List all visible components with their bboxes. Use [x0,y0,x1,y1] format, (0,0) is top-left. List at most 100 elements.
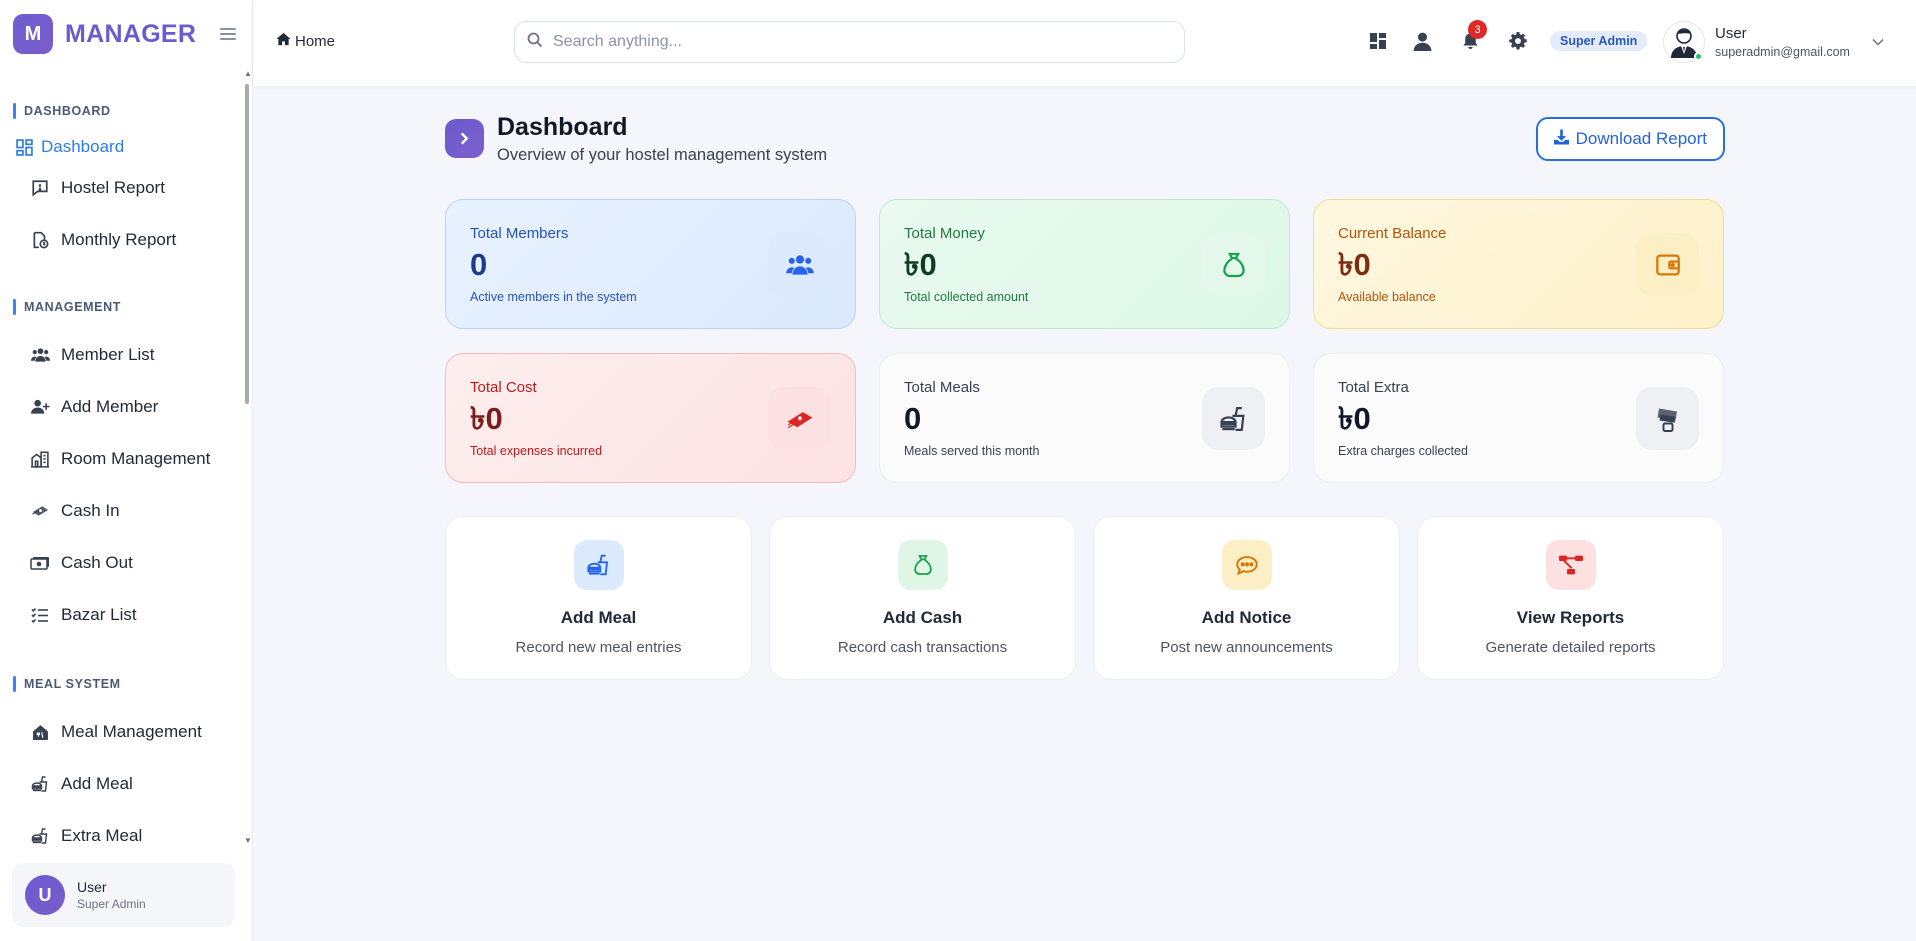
sidebar-item-label: Monthly Report [61,230,177,249]
page-header: Dashboard Overview of your hostel manage… [445,113,1725,173]
notification-count-badge: 3 [1468,20,1487,39]
action-subtitle: Generate detailed reports [1485,639,1656,656]
sidebar-item-label: Cash Out [61,553,133,572]
download-report-button[interactable]: Download Report [1535,117,1725,161]
add-cash-card[interactable]: Add Cash Record cash transactions [769,516,1076,680]
avatar: U [25,875,65,915]
online-status-dot [1694,52,1703,61]
action-title: Add Cash [882,608,963,627]
sidebar-nav: DASHBOARD Dashboard Hostel Report Monthl… [0,70,253,845]
stat-card-current-balance: Current Balance ৳0 Available balance [1313,199,1724,329]
diagram-icon [1545,540,1596,590]
sidebar-item-hostel-report[interactable]: Hostel Report [0,162,253,214]
quick-actions: Add Meal Record new meal entries Add Cas… [445,516,1725,680]
building-icon [30,449,50,469]
list-check-icon [30,605,50,625]
stat-card-total-cost: Total Cost ৳0 Total expenses incurred [445,353,856,483]
sidebar-item-extra-meal[interactable]: Extra Meal [0,810,253,845]
users-icon [768,233,831,296]
home-meal-icon [30,722,50,742]
download-report-label: Download Report [1575,129,1707,148]
breadcrumb-home[interactable]: Home [295,33,335,50]
sidebar-item-label: Cash In [61,501,120,520]
sidebar-item-monthly-report[interactable]: Monthly Report [0,214,253,266]
header-user-email: superadmin@gmail.com [1715,45,1850,59]
sidebar-user-role: Super Admin [77,897,146,911]
action-title: Add Meal [560,608,637,627]
header-user-name: User [1715,25,1747,42]
sidebar: M MANAGER DASHBOARD Dashboard Hostel Rep… [0,0,253,941]
sidebar-item-label: Add Member [61,397,159,416]
action-subtitle: Post new announcements [1160,639,1333,656]
header-icons: 3 [1367,20,1529,52]
scroll-down-icon[interactable]: ▼ [244,837,252,845]
search-input[interactable] [553,33,1133,51]
scroll-up-icon[interactable]: ▲ [244,70,252,78]
action-title: Add Notice [1201,608,1292,627]
sidebar-item-label: Add Meal [61,774,133,793]
breadcrumb[interactable]: Home [276,32,335,50]
sidebar-item-meal-management[interactable]: Meal Management [0,706,253,758]
stat-card-total-meals: Total Meals 0 Meals served this month [879,353,1290,483]
sidebar-item-label: Member List [61,345,155,364]
brand-name[interactable]: MANAGER [65,20,196,49]
calendar-report-icon [30,230,50,250]
stat-card-total-members: Total Members 0 Active members in the sy… [445,199,856,329]
sidebar-item-room-management[interactable]: Room Management [0,433,253,485]
menu-toggle-icon[interactable] [220,28,237,40]
dashboard-grid-icon [14,137,34,157]
money-stack-icon [768,387,831,450]
report-icon [30,178,50,198]
meal-icon [30,774,50,794]
sidebar-item-label: Room Management [61,449,211,468]
apps-grid-icon[interactable] [1367,30,1389,52]
section-management: MANAGEMENT [0,298,253,316]
page-title: Dashboard [497,113,628,141]
brand-logo[interactable]: M [13,14,53,54]
money-bill-icon [30,553,50,573]
search-bar[interactable] [514,21,1185,63]
sidebar-item-label: Hostel Report [61,178,165,197]
action-subtitle: Record new meal entries [515,639,682,656]
sidebar-item-cash-in[interactable]: Cash In [0,485,253,537]
sidebar-item-add-member[interactable]: Add Member [0,381,253,433]
action-title: View Reports [1516,608,1625,627]
money-fly-icon [1636,387,1699,450]
sidebar-item-label: Bazar List [61,605,137,624]
sidebar-item-cash-out[interactable]: Cash Out [0,537,253,589]
search-icon [527,32,543,53]
meal-icon [1202,387,1265,450]
brand: M MANAGER [0,0,252,68]
add-notice-card[interactable]: Add Notice Post new announcements [1093,516,1400,680]
view-reports-card[interactable]: View Reports Generate detailed reports [1417,516,1724,680]
chat-icon [1221,540,1272,590]
action-subtitle: Record cash transactions [837,639,1008,656]
home-icon [276,32,291,50]
role-badge: Super Admin [1550,31,1648,51]
section-dashboard: DASHBOARD [0,102,253,120]
users-icon [30,345,50,365]
money-icon [30,501,50,521]
sidebar-item-dashboard[interactable]: Dashboard [0,132,253,162]
meal-icon [30,826,50,845]
stats-grid: Total Members 0 Active members in the sy… [445,199,1725,483]
gear-icon[interactable] [1507,30,1529,52]
add-meal-card[interactable]: Add Meal Record new meal entries [445,516,752,680]
sidebar-item-member-list[interactable]: Member List [0,329,253,381]
page-subtitle: Overview of your hostel management syste… [497,146,828,164]
top-header: Home 3 Super Admin User superadmin@gmai [253,0,1916,86]
meal-icon [573,540,624,590]
chevron-down-icon[interactable] [1872,33,1884,51]
sidebar-scroll-thumb[interactable] [245,84,249,404]
user-icon[interactable] [1411,30,1433,52]
section-meal-system: MEAL SYSTEM [0,675,253,693]
download-icon [1553,129,1569,150]
sidebar-user-card[interactable]: U User Super Admin [12,863,235,927]
user-menu[interactable]: User superadmin@gmail.com [1663,21,1884,63]
sidebar-item-bazar-list[interactable]: Bazar List [0,589,253,641]
sidebar-scrollbar[interactable]: ▲ ▼ [244,70,252,845]
sidebar-item-add-meal[interactable]: Add Meal [0,758,253,810]
bell-icon[interactable]: 3 [1459,20,1487,52]
wallet-icon [1636,233,1699,296]
sidebar-item-label: Meal Management [61,722,202,741]
